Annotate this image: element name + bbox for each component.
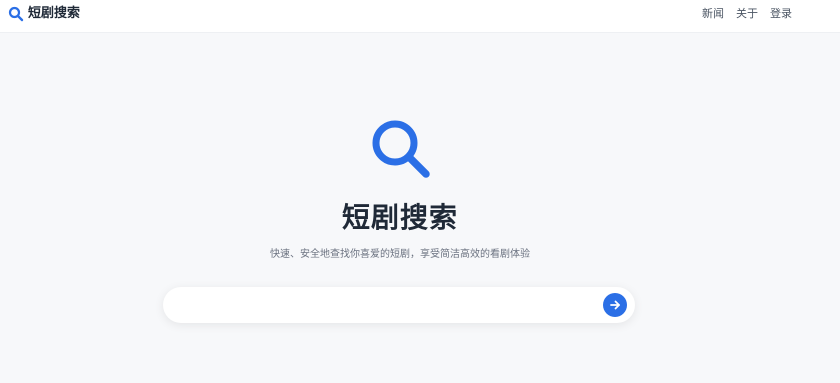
- search-bar: [163, 287, 635, 323]
- top-bar: 短剧搜索 新闻 关于 登录: [0, 0, 840, 33]
- page-subtitle: 快速、安全地查找你喜爱的短剧，享受简洁高效的看剧体验: [270, 249, 530, 260]
- page-title: 短剧搜索: [341, 201, 458, 234]
- nav-about-link[interactable]: 关于: [736, 7, 758, 21]
- arrow-right-icon: [609, 296, 621, 315]
- site-name: 短剧搜索: [28, 6, 81, 21]
- nav-news-link[interactable]: 新闻: [702, 7, 724, 21]
- site-logo[interactable]: 短剧搜索: [8, 6, 80, 22]
- search-submit-button[interactable]: [603, 293, 627, 317]
- top-nav: 新闻 关于 登录: [702, 7, 792, 21]
- nav-login-link[interactable]: 登录: [770, 7, 792, 21]
- search-input[interactable]: [197, 295, 581, 317]
- search-icon: [8, 6, 24, 22]
- search-icon: [370, 118, 434, 186]
